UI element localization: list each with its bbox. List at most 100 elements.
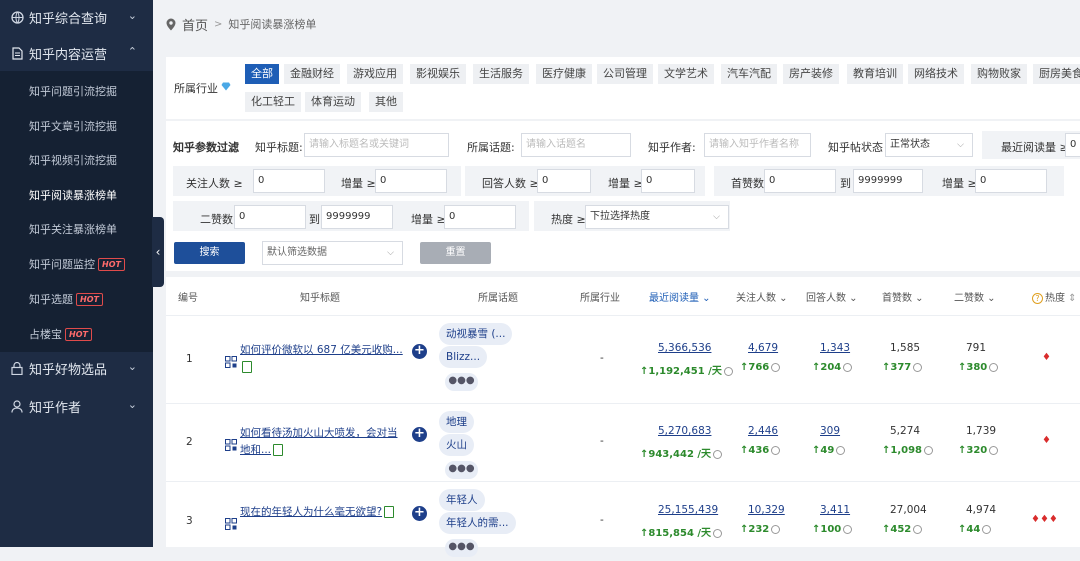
sidebar-group-author[interactable]: 知乎作者 ⌄: [0, 389, 153, 423]
industry-tag[interactable]: 教育培训: [847, 64, 903, 84]
header-label: 所属话题: [478, 293, 518, 304]
industry-tag[interactable]: 文学艺术: [658, 64, 714, 84]
sidebar-group-content[interactable]: 知乎内容运营 ⌃: [0, 36, 153, 70]
header-topic: 所属话题: [478, 289, 518, 304]
sidebar-item-video-traffic[interactable]: 知乎视频引流挖掘: [29, 152, 117, 168]
reset-button[interactable]: 重置: [420, 242, 491, 264]
topic-tag[interactable]: Blizz...: [439, 346, 488, 368]
document-icon[interactable]: [273, 444, 284, 456]
sidebar-group-goods[interactable]: 知乎好物选品 ⌄: [0, 351, 153, 385]
industry-tag[interactable]: 公司管理: [597, 64, 653, 84]
industry-tag[interactable]: 网络技术: [908, 64, 964, 84]
sidebar-item-floor-helper[interactable]: 占楼宝 HOT: [29, 326, 92, 342]
sidebar-item-follow-surge[interactable]: 知乎关注暴涨榜单: [29, 221, 117, 237]
sidebar-group-overview[interactable]: 知乎综合查询 ⌄: [0, 0, 153, 34]
industry-tag[interactable]: 购物败家: [971, 64, 1027, 84]
header-recent-read[interactable]: 最近阅读量 ⌄: [649, 289, 711, 304]
increase-text: ↑204: [812, 362, 842, 373]
author-label: 知乎作者:: [648, 141, 696, 154]
topic-tag[interactable]: 年轻人: [439, 489, 485, 511]
qr-code-icon[interactable]: [225, 518, 237, 530]
sidebar-item-read-surge[interactable]: 知乎阅读暴涨榜单: [29, 187, 117, 203]
document-icon[interactable]: [384, 506, 395, 518]
more-topics-button[interactable]: ●●●: [445, 539, 478, 557]
document-icon[interactable]: [242, 361, 252, 373]
sidebar-item-topic-selection[interactable]: 知乎选题 HOT: [29, 291, 103, 307]
follow-value[interactable]: 2,446: [748, 425, 778, 437]
industry-tag[interactable]: 化工轻工: [245, 92, 301, 112]
increase-text: ↑1,192,451 /天: [640, 366, 722, 377]
industry-tag[interactable]: 医疗健康: [536, 64, 592, 84]
answer-inc-input[interactable]: 0: [641, 169, 695, 193]
sidebar-item-question-monitor[interactable]: 知乎问题监控 HOT: [29, 256, 125, 272]
header-second-like[interactable]: 二赞数 ⌄: [954, 289, 996, 304]
follow-value[interactable]: 10,329: [748, 504, 785, 516]
first-like-value: 1,585: [890, 342, 921, 354]
question-title-link[interactable]: 现在的年轻人为什么毫无欲望?: [240, 504, 405, 521]
second-like-inc-input[interactable]: 0: [444, 205, 516, 229]
industry-tag[interactable]: 全部: [245, 64, 279, 84]
add-topic-icon[interactable]: +: [412, 506, 427, 521]
question-title-link[interactable]: 如何看待汤加火山大喷发，会对当地和...: [240, 425, 405, 459]
first-like-max-input[interactable]: 9999999: [853, 169, 923, 193]
status-select[interactable]: 正常状态 ⌵: [885, 133, 973, 157]
follow-value[interactable]: 4,679: [748, 342, 778, 354]
industry-tag[interactable]: 影视娱乐: [410, 64, 466, 84]
industry-tag[interactable]: 金融财经: [284, 64, 340, 84]
industry-tag[interactable]: 房产装修: [783, 64, 839, 84]
increase-text: ↑815,854 /天: [640, 528, 712, 539]
recent-read-value[interactable]: 25,155,439: [658, 504, 718, 516]
topic-tag[interactable]: 地理: [439, 411, 474, 433]
default-filter-select[interactable]: 默认筛选数据 ⌵: [262, 241, 403, 265]
hot-badge: HOT: [98, 257, 125, 271]
recent-read-increase: ↑815,854 /天: [640, 524, 723, 539]
question-title-link[interactable]: 如何评价微软以 687 亿美元收购...: [240, 342, 405, 376]
recent-read-value[interactable]: 5,270,683: [658, 425, 711, 437]
industry-tag[interactable]: 其他: [369, 92, 403, 112]
recent-read-value[interactable]: 5,366,536: [658, 342, 711, 354]
industry-tag[interactable]: 厨房美食: [1033, 64, 1080, 84]
answer-value[interactable]: 309: [820, 425, 840, 437]
header-label: 回答人数: [806, 293, 846, 304]
industry-tag[interactable]: 生活服务: [473, 64, 529, 84]
search-button[interactable]: 搜索: [174, 242, 245, 264]
industry-tag[interactable]: 汽车汽配: [721, 64, 777, 84]
topic-tag[interactable]: 火山: [439, 434, 474, 456]
answer-value[interactable]: 3,411: [820, 504, 850, 516]
more-topics-button[interactable]: ●●●: [445, 373, 478, 391]
sidebar-collapse-button[interactable]: ‹: [152, 217, 164, 287]
add-topic-icon[interactable]: +: [412, 427, 427, 442]
follow-input[interactable]: 0: [253, 169, 325, 193]
title-search-input[interactable]: 请输入标题名或关键词: [304, 133, 449, 157]
header-heat[interactable]: ? 热度 ⇕: [1032, 289, 1077, 304]
second-like-value: 791: [966, 342, 987, 354]
author-input[interactable]: 请输入知乎作者名称: [704, 133, 811, 157]
qr-code-icon[interactable]: [225, 356, 237, 368]
header-follow[interactable]: 关注人数 ⌄: [736, 289, 788, 304]
sidebar-item-article-traffic[interactable]: 知乎文章引流挖掘: [29, 118, 117, 134]
more-topics-button[interactable]: ●●●: [445, 461, 478, 479]
industry-tag[interactable]: 体育运动: [305, 92, 361, 112]
breadcrumb-home[interactable]: 首页: [182, 15, 208, 34]
first-like-inc-input[interactable]: 0: [975, 169, 1047, 193]
recent-read-input[interactable]: 0: [1065, 133, 1080, 157]
add-topic-icon[interactable]: +: [412, 344, 427, 359]
heat-select[interactable]: 下拉选择热度 ⌵: [585, 205, 729, 229]
topic-tag[interactable]: 年轻人的需...: [439, 512, 516, 534]
first-like-min-input[interactable]: 0: [764, 169, 836, 193]
header-answer[interactable]: 回答人数 ⌄: [806, 289, 858, 304]
topic-tag[interactable]: 动视暴雪 (...: [439, 323, 513, 345]
header-title: 知乎标题: [300, 289, 340, 304]
follow-inc-input[interactable]: 0: [375, 169, 447, 193]
answer-value[interactable]: 1,343: [820, 342, 850, 354]
sidebar-group-label: 知乎综合查询: [29, 11, 108, 27]
qr-code-icon[interactable]: [225, 439, 237, 451]
topic-input[interactable]: 请输入话题名: [521, 133, 631, 157]
sidebar-item-question-traffic[interactable]: 知乎问题引流挖掘: [29, 83, 117, 99]
header-first-like[interactable]: 首赞数 ⌄: [882, 289, 924, 304]
second-like-min-input[interactable]: 0: [234, 205, 306, 229]
second-like-max-input[interactable]: 9999999: [321, 205, 393, 229]
answer-input[interactable]: 0: [537, 169, 591, 193]
range-to-label: 到: [840, 177, 851, 190]
industry-tag[interactable]: 游戏应用: [347, 64, 403, 84]
